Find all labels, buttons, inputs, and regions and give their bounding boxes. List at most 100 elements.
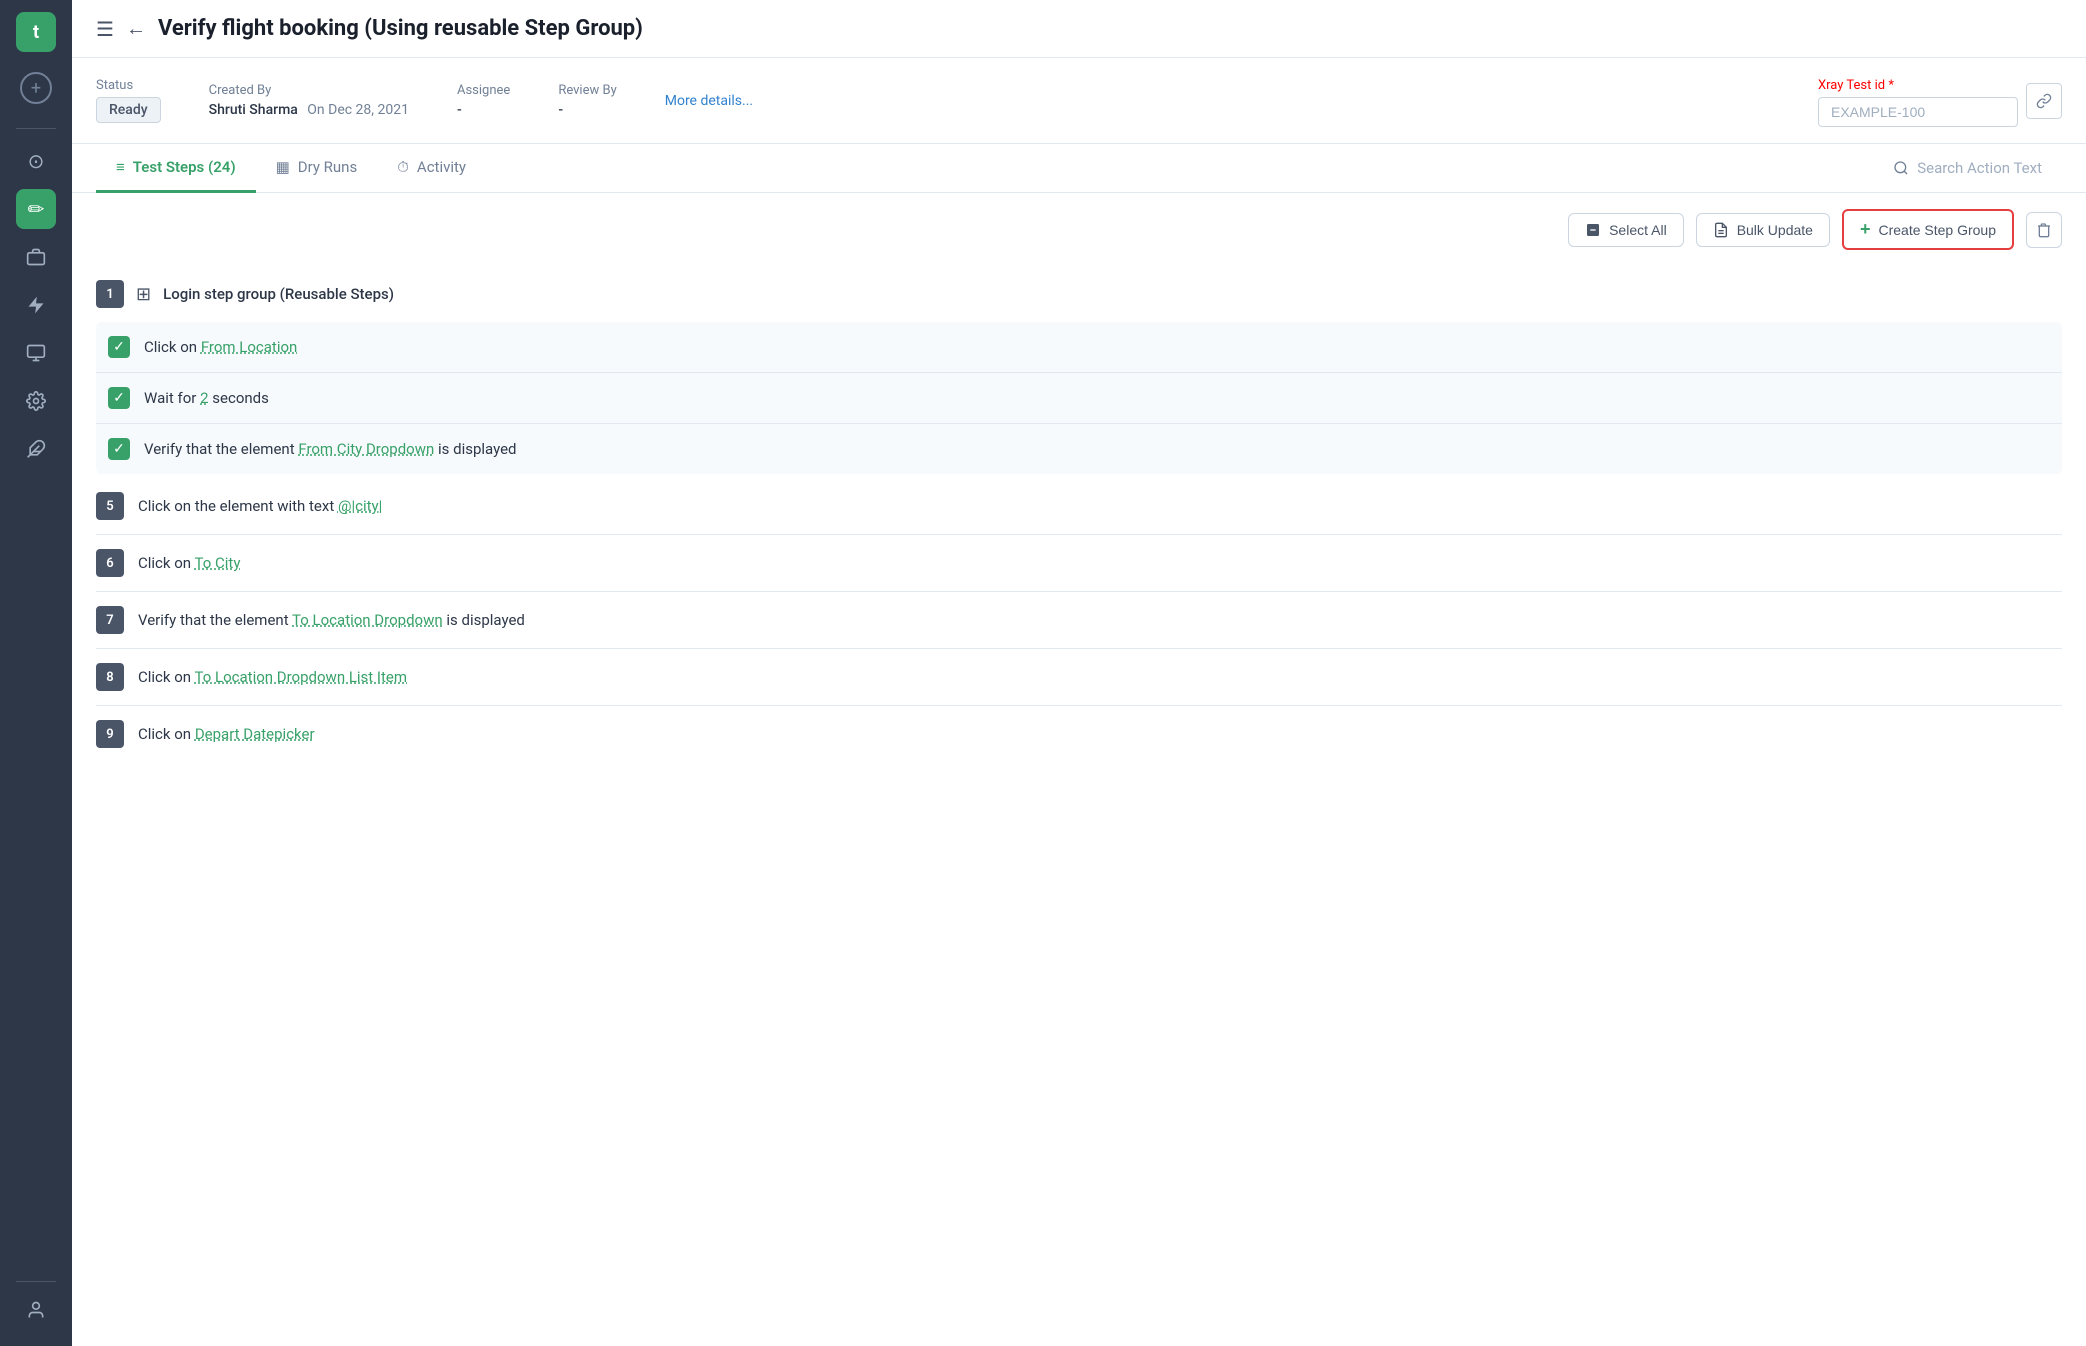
step-checkbox-1[interactable]: ✓	[108, 336, 130, 358]
test-steps-tab[interactable]: ≡ Test Steps (24)	[96, 144, 256, 193]
activity-label: Activity	[417, 158, 466, 176]
review-by-label: Review By	[558, 83, 616, 98]
search-placeholder-text: Search Action Text	[1917, 159, 2042, 177]
sidebar-bottom-divider	[16, 1281, 56, 1282]
step-content-6: Click on To City	[138, 554, 240, 572]
created-by-section: Created By Shruti Sharma On Dec 28, 2021	[209, 83, 409, 118]
to-location-dropdown-link[interactable]: To Location Dropdown	[292, 611, 443, 629]
person-icon[interactable]	[16, 1290, 56, 1330]
step-row: ✓ Click on From Location	[96, 322, 2062, 373]
status-badge: Ready	[96, 97, 161, 123]
step-checkbox-3[interactable]: ✓	[108, 438, 130, 460]
steps-toolbar: Select All Bulk Update + Create Step Gro…	[72, 193, 2086, 266]
xray-input[interactable]	[1818, 97, 2018, 127]
step-row-8: 8 Click on To Location Dropdown List Ite…	[96, 649, 2062, 706]
step-group-header: 1 ⊞ Login step group (Reusable Steps)	[96, 266, 2062, 322]
bulk-update-button[interactable]: Bulk Update	[1696, 213, 1830, 247]
depart-datepicker-link[interactable]: Depart Datepicker	[195, 725, 315, 743]
to-location-list-item-link[interactable]: To Location Dropdown List Item	[195, 668, 408, 686]
select-all-button[interactable]: Select All	[1568, 213, 1684, 247]
step-number-5: 5	[96, 492, 124, 520]
trash-icon	[2036, 222, 2052, 238]
monitor-icon[interactable]	[16, 333, 56, 373]
back-arrow-icon[interactable]: ←	[126, 16, 146, 41]
xray-label: Xray Test id *	[1818, 78, 1894, 93]
select-all-label: Select All	[1609, 222, 1667, 238]
step-text-1: Click on From Location	[144, 338, 297, 356]
assignee-label: Assignee	[457, 83, 510, 98]
hamburger-icon[interactable]: ☰	[96, 17, 114, 41]
step-number-8: 8	[96, 663, 124, 691]
sidebar-divider	[16, 128, 56, 129]
checked-steps-group: ✓ Click on From Location ✓ Wait for 2 se…	[96, 322, 2062, 474]
step-row-9: 9 Click on Depart Datepicker	[96, 706, 2062, 762]
search-tab[interactable]: Search Action Text	[1873, 145, 2062, 191]
delete-button[interactable]	[2026, 212, 2062, 248]
steps-list: 1 ⊞ Login step group (Reusable Steps) ✓ …	[72, 266, 2086, 762]
search-icon	[1893, 160, 1909, 176]
xray-label-container: Xray Test id *	[1818, 74, 2018, 127]
review-by-section: Review By -	[558, 83, 616, 118]
step-number-1: 1	[96, 280, 124, 308]
bulk-update-label: Bulk Update	[1737, 222, 1813, 238]
step-number-6: 6	[96, 549, 124, 577]
settings-gear-icon[interactable]	[16, 381, 56, 421]
test-steps-label: Test Steps (24)	[133, 158, 236, 176]
sidebar: t + ⊙ ✏	[0, 0, 72, 1346]
assignee-section: Assignee -	[457, 83, 510, 118]
status-label: Status	[96, 78, 161, 93]
step-content-8: Click on To Location Dropdown List Item	[138, 668, 407, 686]
step-number-9: 9	[96, 720, 124, 748]
wait-seconds-link[interactable]: 2	[200, 389, 208, 407]
step-row: ✓ Wait for 2 seconds	[96, 373, 2062, 424]
activity-tab[interactable]: ⏱ Activity	[377, 144, 486, 193]
from-city-dropdown-link[interactable]: From City Dropdown	[298, 440, 434, 458]
add-button[interactable]: +	[20, 72, 52, 104]
step-row-7: 7 Verify that the element To Location Dr…	[96, 592, 2062, 649]
more-details-link[interactable]: More details...	[665, 93, 753, 109]
tabs-row: ≡ Test Steps (24) ▦ Dry Runs ⏱ Activity …	[72, 144, 2086, 193]
assignee-value: -	[457, 102, 510, 118]
step-content-7: Verify that the element To Location Drop…	[138, 611, 525, 629]
create-step-group-button[interactable]: + Create Step Group	[1842, 209, 2014, 250]
page-header: ☰ ← Verify flight booking (Using reusabl…	[72, 0, 2086, 58]
plus-group-icon: ⊞	[136, 284, 151, 305]
city-link[interactable]: @|city|	[338, 497, 382, 515]
created-by-label: Created By	[209, 83, 409, 98]
app-container: t + ⊙ ✏ ☰ ← Ve	[0, 0, 2086, 1346]
meta-row: Status Ready Created By Shruti Sharma On…	[72, 58, 2086, 144]
puzzle-icon[interactable]	[16, 429, 56, 469]
step-row-5: 5 Click on the element with text @|city|	[96, 478, 2062, 535]
step-text-2: Wait for 2 seconds	[144, 389, 269, 407]
app-logo[interactable]: t	[16, 12, 56, 52]
dry-runs-icon: ▦	[276, 158, 290, 176]
step-row: ✓ Verify that the element From City Drop…	[96, 424, 2062, 474]
create-group-label: Create Step Group	[1878, 222, 1996, 238]
step-checkbox-2[interactable]: ✓	[108, 387, 130, 409]
step-number-7: 7	[96, 606, 124, 634]
status-section: Status Ready	[96, 78, 161, 123]
dashboard-icon[interactable]: ⊙	[16, 141, 56, 181]
to-city-link[interactable]: To City	[195, 554, 241, 572]
review-by-value: -	[558, 102, 616, 118]
step-content-5: Click on the element with text @|city|	[138, 497, 382, 515]
xray-section: Xray Test id *	[1818, 74, 2062, 127]
minus-square-icon	[1585, 222, 1601, 238]
page-title: Verify flight booking (Using reusable St…	[158, 16, 643, 41]
step-text-3: Verify that the element From City Dropdo…	[144, 440, 517, 458]
test-steps-icon: ≡	[116, 158, 125, 176]
dry-runs-label: Dry Runs	[298, 158, 357, 176]
lightning-icon[interactable]	[16, 285, 56, 325]
dry-runs-tab[interactable]: ▦ Dry Runs	[256, 144, 378, 193]
main-content: ☰ ← Verify flight booking (Using reusabl…	[72, 0, 2086, 1346]
from-location-link[interactable]: From Location	[201, 338, 298, 356]
group-label: Login step group (Reusable Steps)	[163, 285, 394, 303]
created-by-value: Shruti Sharma On Dec 28, 2021	[209, 102, 409, 118]
bulk-update-icon	[1713, 222, 1729, 238]
link-icon-button[interactable]	[2026, 83, 2062, 119]
briefcase-icon[interactable]	[16, 237, 56, 277]
edit-icon[interactable]: ✏	[16, 189, 56, 229]
plus-icon: +	[1860, 219, 1871, 240]
step-row-6: 6 Click on To City	[96, 535, 2062, 592]
step-content-9: Click on Depart Datepicker	[138, 725, 315, 743]
